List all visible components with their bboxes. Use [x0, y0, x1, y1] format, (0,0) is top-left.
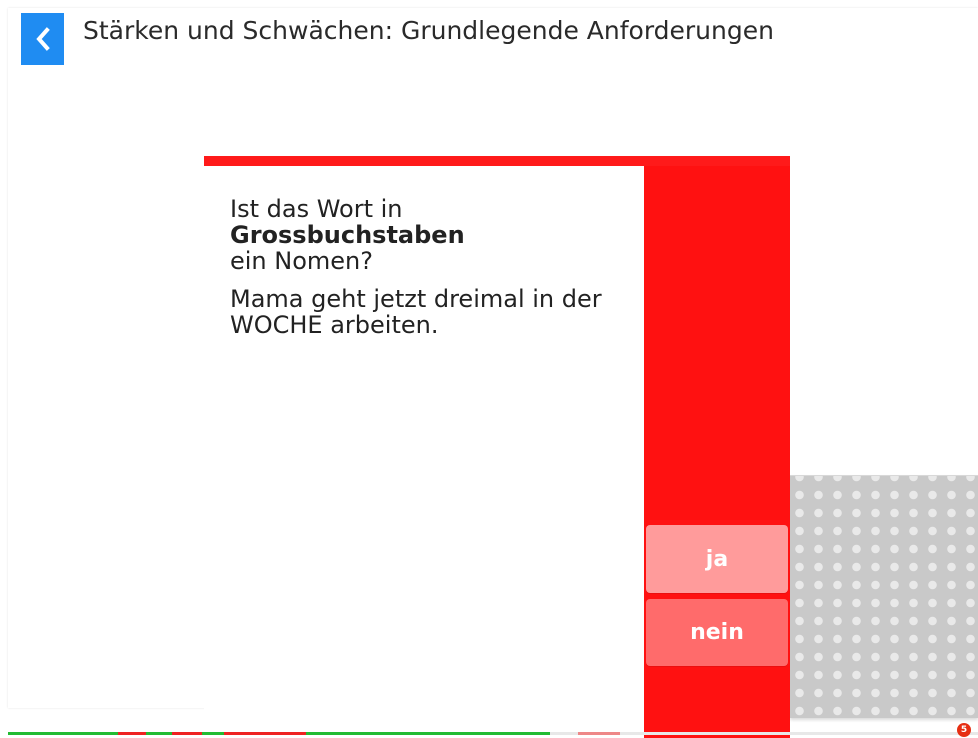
progress-segment-correct: [202, 732, 224, 735]
progress-bar: [8, 732, 978, 735]
progress-segment-correct: [8, 732, 118, 735]
progress-segment-wrong: [172, 732, 202, 735]
question-card: Ist das Wort in Grossbuchstaben ein Nomen…: [204, 156, 790, 738]
page-title: Stärken und Schwächen: Grundlegende Anfo…: [83, 16, 774, 45]
question-area: Ist das Wort in Grossbuchstaben ein Nomen…: [204, 166, 644, 738]
question-prompt-suffix: ein Nomen?: [230, 247, 374, 275]
progress-segment-correct: [306, 732, 550, 735]
card-stack-tray: [790, 475, 978, 718]
progress-segment-correct: [146, 732, 172, 735]
progress-segment-wrong: [118, 732, 146, 735]
card-top-bar: [204, 156, 790, 166]
question-prompt-prefix: Ist das Wort in: [230, 195, 403, 223]
question-prompt: Ist das Wort in Grossbuchstaben ein Nomen…: [230, 196, 630, 274]
question-prompt-bold: Grossbuchstaben: [230, 221, 465, 249]
chevron-left-icon: [35, 27, 50, 51]
progress-segment-wrong: [578, 732, 620, 735]
app-screen: Stärken und Schwächen: Grundlegende Anfo…: [0, 0, 978, 738]
no-button[interactable]: nein: [646, 599, 788, 666]
question-sentence: Mama geht jetzt dreimal in der WOCHE arb…: [230, 285, 602, 339]
back-button[interactable]: [21, 13, 64, 65]
progress-segment-wrong: [224, 732, 306, 735]
counter-badge: 5: [957, 723, 971, 737]
yes-button[interactable]: ja: [646, 525, 788, 593]
